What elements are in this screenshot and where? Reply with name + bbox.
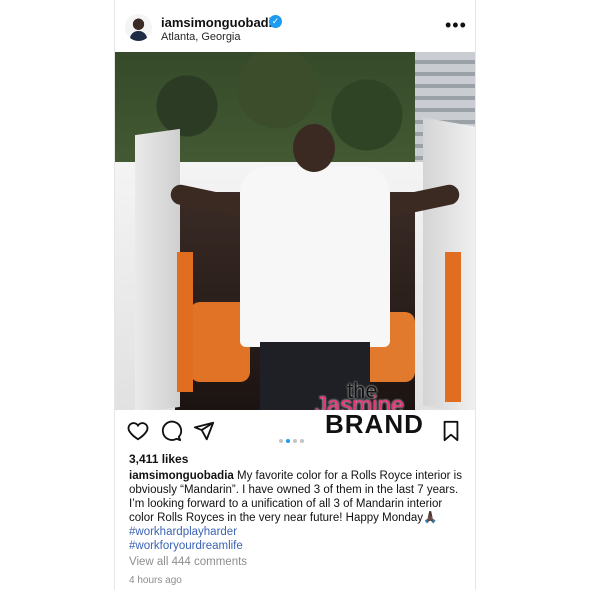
car-door-left bbox=[135, 128, 180, 410]
instagram-post-card: iamsimonguobadia ✓ Atlanta, Georgia ••• … bbox=[115, 0, 475, 590]
heart-icon[interactable] bbox=[127, 420, 149, 442]
comment-icon[interactable] bbox=[160, 420, 182, 442]
view-comments-link[interactable]: View all 444 comments bbox=[129, 556, 247, 568]
post-location[interactable]: Atlanta, Georgia bbox=[161, 31, 241, 43]
share-icon[interactable] bbox=[193, 420, 215, 442]
man-shirt bbox=[240, 167, 390, 347]
more-options-button[interactable]: ••• bbox=[445, 16, 467, 34]
hashtag-link[interactable]: #workhardplayharder bbox=[129, 526, 237, 538]
bookmark-icon[interactable] bbox=[441, 420, 461, 442]
watermark-brand: BRAND bbox=[325, 409, 424, 439]
post-header: iamsimonguobadia ✓ Atlanta, Georgia ••• bbox=[115, 0, 475, 48]
carousel-indicator bbox=[279, 430, 307, 448]
verified-badge-icon: ✓ bbox=[269, 15, 282, 28]
post-timestamp: 4 hours ago bbox=[129, 575, 182, 586]
like-count[interactable]: 3,411 likes bbox=[129, 452, 188, 466]
watermark-jasmine: Jasmine bbox=[315, 392, 405, 410]
man-head bbox=[293, 124, 335, 172]
carousel-dot bbox=[279, 439, 283, 443]
post-username[interactable]: iamsimonguobadia bbox=[161, 15, 279, 30]
avatar[interactable] bbox=[125, 14, 152, 41]
car-door-right-trim bbox=[445, 252, 461, 402]
carousel-dot-active bbox=[286, 439, 290, 443]
hashtag-link[interactable]: #workforyourdreamlife bbox=[129, 540, 243, 552]
carousel-dot bbox=[300, 439, 304, 443]
post-photo[interactable]: the Jasmine bbox=[115, 52, 475, 410]
caption-username[interactable]: iamsimonguobadia bbox=[129, 470, 234, 482]
carousel-dot bbox=[293, 439, 297, 443]
post-actions: BRAND bbox=[115, 409, 475, 448]
post-caption: iamsimonguobadia My favorite color for a… bbox=[129, 469, 465, 553]
car-door-left-trim bbox=[177, 252, 193, 392]
